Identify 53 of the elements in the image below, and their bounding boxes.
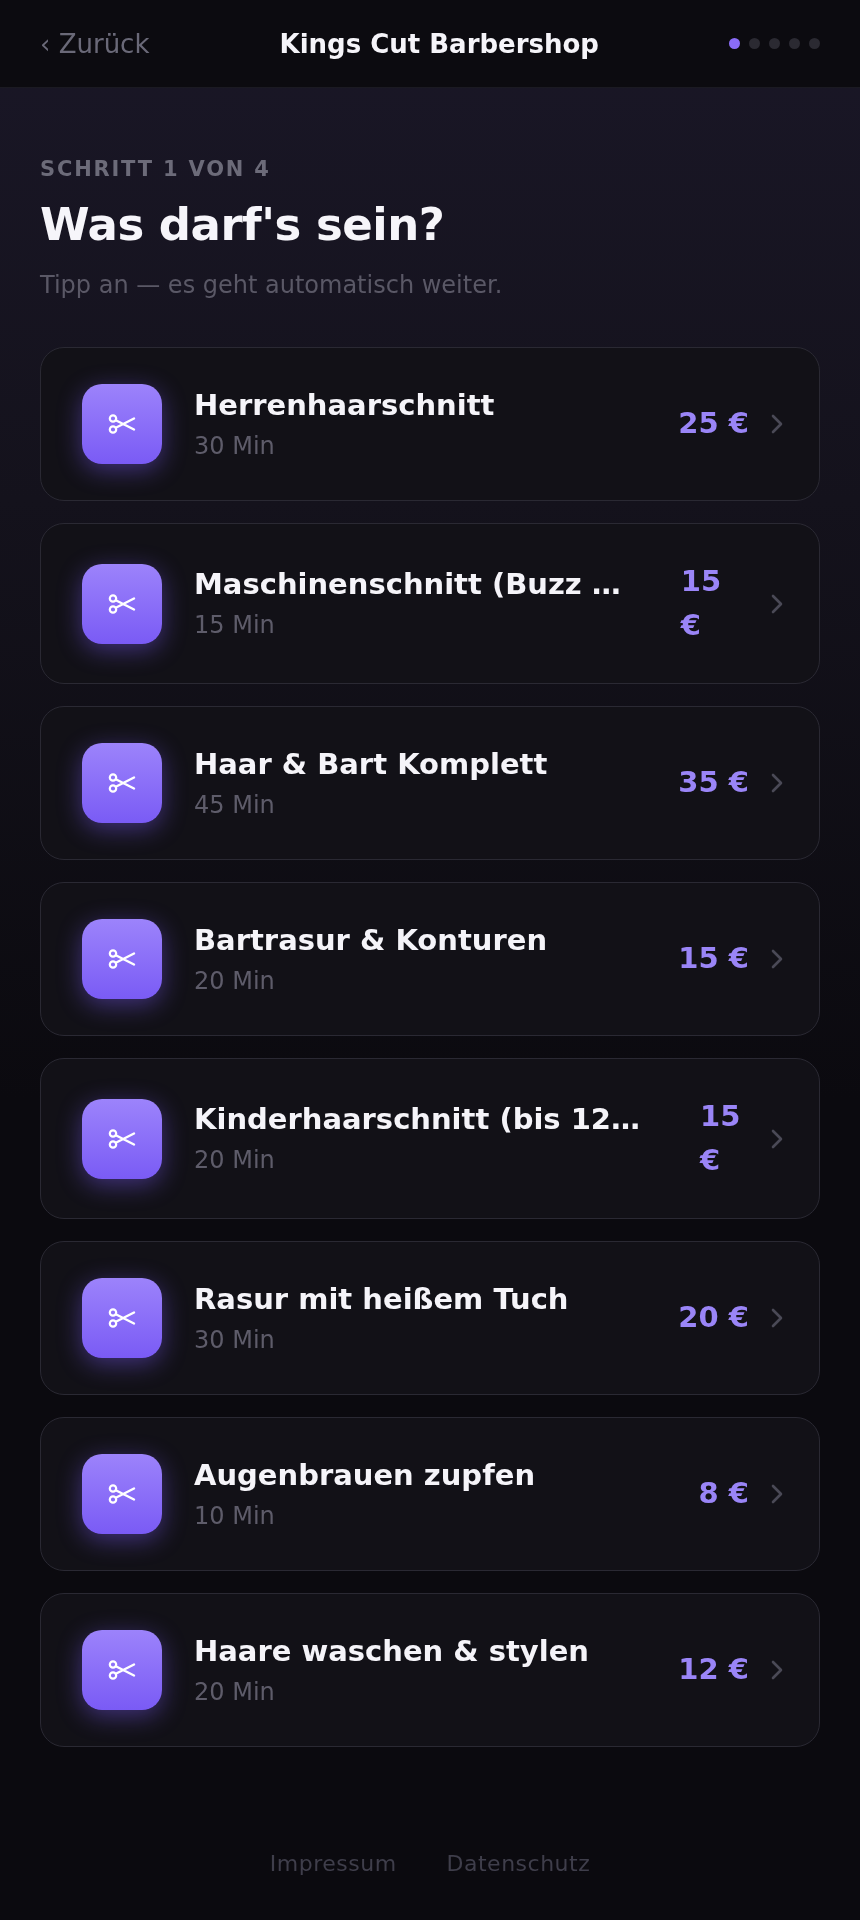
service-price: 12 € bbox=[678, 1651, 749, 1689]
scissors-icon bbox=[82, 743, 162, 823]
scissors-icon bbox=[82, 1098, 162, 1179]
service-option[interactable]: Haar & Bart Komplett 45 Min 35 € bbox=[40, 706, 820, 860]
service-duration: 20 Min bbox=[194, 965, 276, 996]
service-price: 8 € bbox=[698, 1475, 749, 1513]
service-option[interactable]: Kinderhaarschnitt (bis 12… 20 Min 15 € bbox=[40, 1058, 820, 1219]
service-duration: 45 Min bbox=[194, 789, 276, 820]
service-duration: 15 Min bbox=[194, 610, 276, 640]
chevron-icon bbox=[771, 773, 783, 793]
chevron-icon bbox=[771, 1484, 783, 1504]
service-name: Augenbrauen zupfen bbox=[194, 1457, 536, 1493]
service-price: 20 € bbox=[678, 1299, 749, 1337]
back-button[interactable]: ‹ Zurück bbox=[40, 28, 150, 59]
service-name: Bartrasur & Konturen bbox=[194, 922, 548, 958]
chevron-icon bbox=[771, 1128, 783, 1149]
page-subtitle: Tipp an — es geht automatisch weiter. bbox=[40, 270, 504, 301]
service-duration: 20 Min bbox=[194, 1676, 276, 1707]
service-duration: 30 Min bbox=[194, 430, 276, 461]
service-price: 15 € bbox=[700, 1098, 742, 1179]
scissors-icon bbox=[82, 919, 162, 999]
scissors-icon bbox=[82, 1454, 162, 1534]
service-name: Herrenhaarschnitt bbox=[194, 387, 495, 423]
service-option[interactable]: Rasur mit heißem Tuch 30 Min 20 € bbox=[40, 1241, 820, 1395]
service-price: 25 € bbox=[678, 405, 749, 443]
service-name: Maschinenschnitt (Buzz … bbox=[194, 567, 621, 602]
service-price: 15 € bbox=[680, 563, 723, 644]
service-duration: 30 Min bbox=[194, 1324, 276, 1355]
service-name: Haar & Bart Komplett bbox=[194, 746, 548, 782]
service-name: Rasur mit heißem Tuch bbox=[194, 1281, 569, 1317]
service-price: 15 € bbox=[678, 940, 749, 978]
service-price: 35 € bbox=[678, 764, 749, 802]
service-name: Kinderhaarschnitt (bis 12… bbox=[194, 1102, 641, 1137]
scissors-icon bbox=[82, 1630, 162, 1710]
chevron-icon bbox=[771, 1660, 783, 1680]
service-name: Haare waschen & stylen bbox=[194, 1633, 589, 1669]
service-option[interactable]: Haare waschen & stylen 20 Min 12 € bbox=[40, 1593, 820, 1747]
service-option[interactable]: Bartrasur & Konturen 20 Min 15 € bbox=[40, 882, 820, 1036]
scissors-icon bbox=[82, 563, 162, 644]
chevron-icon bbox=[771, 1308, 783, 1328]
chevron-icon bbox=[771, 949, 783, 969]
service-option[interactable]: Maschinenschnitt (Buzz … 15 Min 15 € bbox=[40, 523, 820, 684]
chevron-icon bbox=[771, 593, 783, 614]
chevron-icon bbox=[771, 414, 783, 434]
service-duration: 20 Min bbox=[194, 1145, 276, 1175]
scissors-icon bbox=[82, 1278, 162, 1358]
scissors-icon bbox=[82, 384, 162, 464]
service-option[interactable]: Augenbrauen zupfen 10 Min 8 € bbox=[40, 1417, 820, 1571]
shop-title: Kings Cut Barbershop bbox=[278, 28, 600, 59]
service-option[interactable]: Herrenhaarschnitt 30 Min 25 € bbox=[40, 347, 820, 501]
service-duration: 10 Min bbox=[194, 1500, 276, 1531]
page-heading: Was darf's sein? bbox=[40, 199, 446, 251]
step-label: SCHRITT 1 VON 4 bbox=[40, 157, 272, 182]
